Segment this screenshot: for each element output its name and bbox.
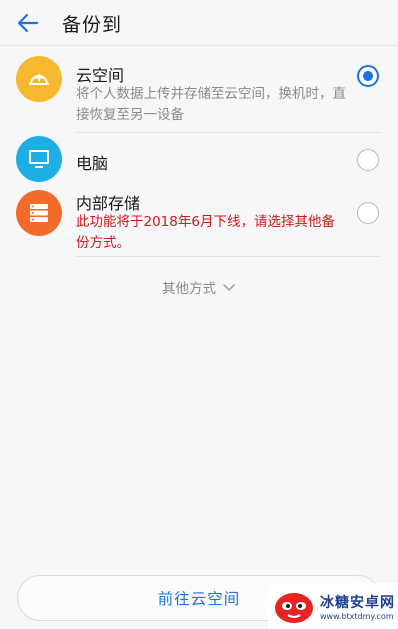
radio-cloud[interactable] — [357, 65, 379, 87]
option-internal-storage[interactable]: 内部存储 此功能将于2018年6月下线，请选择其他备份方式。 — [0, 185, 398, 257]
watermark-url: www.btxtdmy.com — [320, 611, 394, 621]
option-title: 电脑 — [76, 154, 109, 173]
storage-icon — [16, 190, 62, 236]
option-title: 内部存储 — [76, 194, 141, 213]
option-computer[interactable]: 电脑 — [0, 133, 398, 185]
other-methods-toggle[interactable]: 其他方式 — [0, 276, 398, 298]
other-methods-label: 其他方式 — [162, 281, 216, 297]
option-cloud[interactable]: 云空间 将个人数据上传并存储至云空间，换机时，直接恢复至另一设备 — [0, 46, 398, 133]
header: 备份到 — [0, 0, 398, 46]
option-title: 云空间 — [76, 66, 125, 85]
watermark-logo-icon — [275, 593, 313, 623]
watermark-text: 冰糖安卓网 www.btxtdmy.com — [320, 592, 395, 621]
radio-internal-storage[interactable] — [357, 202, 379, 224]
arrow-left-icon — [17, 13, 39, 33]
chevron-down-icon — [223, 284, 235, 291]
watermark: 冰糖安卓网 www.btxtdmy.com — [268, 583, 398, 629]
option-warning: 此功能将于2018年6月下线，请选择其他备份方式。 — [76, 214, 335, 251]
cloud-sync-icon — [16, 56, 62, 102]
watermark-name: 冰糖安卓网 — [320, 594, 395, 611]
monitor-icon — [16, 136, 62, 182]
page-title: 备份到 — [62, 14, 123, 36]
radio-computer[interactable] — [357, 149, 379, 171]
option-description: 将个人数据上传并存储至云空间，换机时，直接恢复至另一设备 — [76, 86, 346, 123]
divider — [76, 256, 381, 257]
back-button[interactable] — [12, 7, 44, 39]
